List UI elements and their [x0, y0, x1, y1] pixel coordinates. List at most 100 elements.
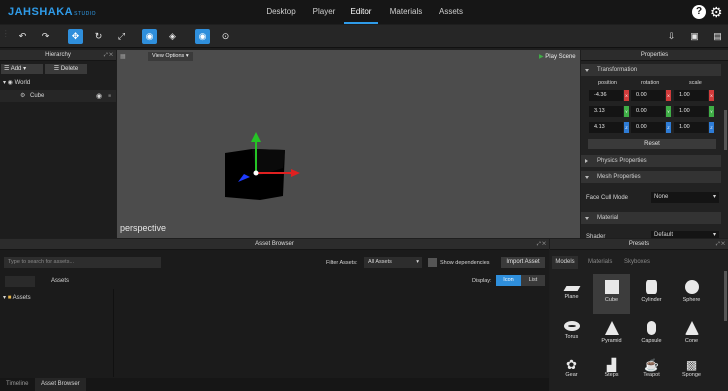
asset-browser-title: Asset Browser: [0, 239, 549, 250]
cube-node[interactable]: ⚙ Cube ◉ ■: [0, 90, 116, 102]
panel-controls-icon[interactable]: ⤢ ✕: [716, 241, 725, 247]
nav-tab-desktop[interactable]: Desktop: [262, 0, 300, 24]
position-x-field[interactable]: -4.36: [589, 90, 623, 101]
window-icon[interactable]: ▤: [710, 29, 725, 44]
scene-viewport[interactable]: ▦ View Options ▾ ▶ Play Scene perspectiv…: [117, 50, 580, 238]
position-header: position: [598, 80, 617, 86]
scale-z-field[interactable]: 1.00: [674, 122, 708, 133]
y-axis-tag: Y: [709, 106, 714, 117]
presets-tab-models[interactable]: Models: [552, 256, 578, 269]
sphere-icon: [684, 280, 699, 294]
cube-icon[interactable]: ◈: [165, 29, 180, 44]
export-icon[interactable]: ⇩: [664, 29, 679, 44]
grip-icon: ::: [5, 30, 7, 39]
properties-title: Properties: [581, 50, 728, 61]
preset-sphere[interactable]: Sphere: [673, 274, 710, 314]
presets-panel: Presets ⤢ ✕ Models Materials Skyboxes Pl…: [550, 239, 728, 391]
z-axis-tag: Z: [666, 122, 671, 133]
rotation-y-field[interactable]: 0.00: [631, 106, 665, 117]
main-toolbar: :: ↶ ↷ ✥ ↻ ⤢ ◉ ◈ ◉ ⊙ ⇩ ▣ ▤: [0, 25, 728, 48]
mesh-section[interactable]: Mesh Properties: [581, 171, 721, 183]
filter-select[interactable]: All Assets ▾: [364, 257, 422, 268]
rotation-z-field[interactable]: 0.00: [631, 122, 665, 133]
target-icon[interactable]: ⊙: [218, 29, 233, 44]
x-axis-tag: X: [666, 90, 671, 101]
panel-controls-icon[interactable]: ⤢ ✕: [537, 241, 546, 247]
scale-x-field[interactable]: 1.00: [674, 90, 708, 101]
scale-y-field[interactable]: 1.00: [674, 106, 708, 117]
presets-tab-materials[interactable]: Materials: [588, 259, 612, 265]
shader-select[interactable]: Default ▾: [651, 231, 719, 238]
add-button[interactable]: ☰ Add ▾: [1, 64, 43, 74]
app-logo: JAHSHAKASTUDIO: [8, 6, 97, 18]
preset-teapot[interactable]: ☕ Teapot: [633, 355, 670, 391]
preset-gear[interactable]: ✿ Gear: [553, 355, 590, 391]
asset-search-input[interactable]: Type to search for assets...: [4, 257, 161, 268]
position-z-field[interactable]: 4.13: [589, 122, 623, 133]
visibility-icon[interactable]: ◉: [96, 92, 102, 100]
preset-steps[interactable]: ▟ Steps: [593, 355, 630, 391]
redo-icon[interactable]: ↷: [38, 29, 53, 44]
face-cull-select[interactable]: None ▾: [651, 192, 719, 203]
lock-icon[interactable]: ■: [108, 93, 111, 99]
material-section[interactable]: Material: [581, 212, 721, 224]
nav-tab-editor[interactable]: Editor: [344, 0, 378, 24]
icon-view-button[interactable]: Icon: [496, 275, 521, 286]
cube-node-icon: ⚙: [20, 93, 26, 99]
properties-scrollbar[interactable]: [724, 110, 727, 150]
preset-cube[interactable]: Cube: [593, 274, 630, 314]
blank-tab[interactable]: [5, 276, 35, 287]
position-y-field[interactable]: 3.13: [589, 106, 623, 117]
preset-cone[interactable]: Cone: [673, 315, 710, 355]
timeline-tab[interactable]: Timeline: [6, 381, 28, 387]
eye-icon[interactable]: ◉: [195, 29, 210, 44]
transformation-section[interactable]: Transformation: [581, 64, 721, 76]
teapot-icon: ☕: [644, 358, 659, 372]
nav-tab-player[interactable]: Player: [310, 0, 338, 24]
import-asset-button[interactable]: Import Asset: [501, 257, 545, 268]
delete-button[interactable]: ☰ Delete: [45, 64, 87, 74]
nav-tab-materials[interactable]: Materials: [386, 0, 426, 24]
scale-icon[interactable]: ⤢: [114, 29, 129, 44]
preset-plane[interactable]: Plane: [553, 274, 590, 314]
world-node[interactable]: ▾ ◉ World: [3, 79, 30, 86]
undo-icon[interactable]: ↶: [15, 29, 30, 44]
preset-capsule[interactable]: Capsule: [633, 315, 670, 355]
list-view-button[interactable]: List: [521, 275, 545, 286]
filter-label: Filter Assets:: [326, 260, 358, 266]
top-menu-bar: JAHSHAKASTUDIO Desktop Player Editor Mat…: [0, 0, 728, 24]
z-axis-tag: Z: [624, 122, 629, 133]
physics-section[interactable]: Physics Properties: [581, 155, 721, 167]
panel-controls-icon[interactable]: ⤢ ✕: [104, 52, 113, 58]
assets-folder[interactable]: ▾ ■ Assets: [3, 294, 31, 301]
show-deps-checkbox[interactable]: [428, 258, 437, 267]
reset-button[interactable]: Reset: [588, 139, 716, 149]
preset-sponge[interactable]: ▩ Sponge: [673, 355, 710, 391]
scene-gizmo: [225, 132, 300, 200]
presets-scrollbar[interactable]: [724, 271, 727, 321]
save-icon[interactable]: ▣: [687, 29, 702, 44]
x-axis-tag: X: [624, 90, 629, 101]
move-icon[interactable]: ✥: [68, 29, 83, 44]
face-cull-label: Face Cull Mode: [586, 195, 629, 201]
presets-title: Presets: [550, 239, 728, 250]
plane-icon: [563, 286, 580, 291]
y-axis-tag: Y: [624, 106, 629, 117]
presets-tab-skyboxes[interactable]: Skyboxes: [624, 259, 650, 265]
nav-tab-assets[interactable]: Assets: [436, 0, 466, 24]
asset-browser-tab[interactable]: Asset Browser: [35, 378, 86, 391]
globe-icon[interactable]: ◉: [142, 29, 157, 44]
rotation-x-field[interactable]: 0.00: [631, 90, 665, 101]
camera-label: perspective: [120, 223, 167, 233]
asset-tree: ▾ ■ Assets: [0, 289, 114, 377]
preset-cylinder[interactable]: Cylinder: [633, 274, 670, 314]
help-icon[interactable]: ?: [692, 5, 706, 19]
gear-icon[interactable]: ⚙: [710, 4, 723, 20]
steps-icon: ▟: [606, 358, 617, 372]
preset-pyramid[interactable]: Pyramid: [593, 315, 630, 355]
preset-torus[interactable]: Torus: [553, 315, 590, 355]
rotate-icon[interactable]: ↻: [91, 29, 106, 44]
assets-tab[interactable]: Assets: [51, 278, 69, 284]
properties-panel: Properties Transformation position rotat…: [581, 50, 728, 240]
x-axis-tag: X: [709, 90, 714, 101]
